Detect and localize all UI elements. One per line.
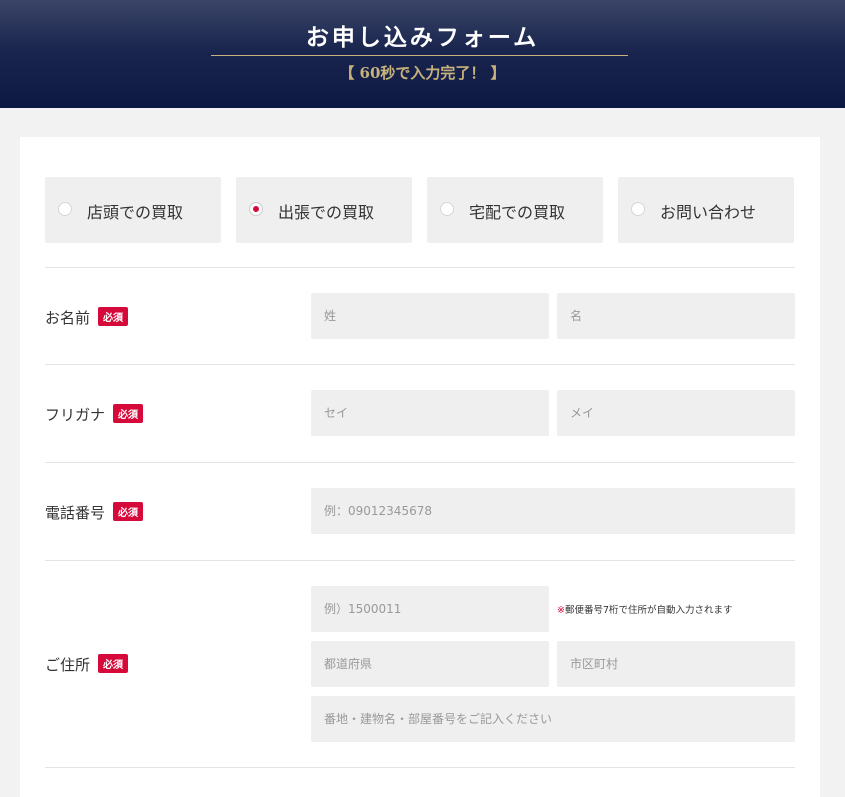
divider — [45, 364, 795, 365]
furigana-label: フリガナ — [45, 406, 106, 424]
radio-option-label: 宅配での買取 — [469, 203, 566, 222]
prefecture-input[interactable] — [311, 641, 549, 687]
phone-input[interactable] — [311, 488, 795, 534]
phone-row-label: 電話番号 必須 — [45, 502, 144, 523]
required-badge: 必須 — [98, 654, 129, 673]
radio-button-checked-icon[interactable] — [249, 202, 263, 216]
name-label: お名前 — [45, 309, 91, 327]
street-address-input[interactable] — [311, 696, 795, 742]
first-name-input[interactable] — [557, 293, 795, 339]
last-name-input[interactable] — [311, 293, 549, 339]
divider — [45, 767, 795, 768]
divider — [45, 462, 795, 463]
radio-option-label: お問い合わせ — [660, 203, 757, 222]
phone-label: 電話番号 — [45, 504, 106, 522]
radio-option-store[interactable]: 店頭での買取 — [45, 177, 221, 243]
furigana-row-label: フリガナ 必須 — [45, 404, 144, 425]
form-title: お申し込みフォーム — [305, 24, 540, 51]
required-badge: 必須 — [113, 404, 144, 423]
postal-code-input[interactable] — [311, 586, 549, 632]
radio-option-delivery[interactable]: 宅配での買取 — [427, 177, 603, 243]
postal-code-note: ※郵便番号7桁で住所が自動入力されます — [557, 602, 733, 616]
form-panel: 店頭での買取 出張での買取 宅配での買取 お問い合わせ お名前必須 フリガナ必須… — [20, 137, 820, 797]
last-name-kana-input[interactable] — [311, 390, 549, 436]
name-row-label: お名前 必須 — [45, 307, 129, 328]
note-mark: ※ — [557, 605, 565, 616]
city-input[interactable] — [557, 641, 795, 687]
note-text: 郵便番号7桁で住所が自動入力されます — [564, 605, 733, 616]
first-name-kana-input[interactable] — [557, 390, 795, 436]
divider — [45, 560, 795, 561]
required-badge: 必須 — [113, 502, 144, 521]
radio-option-inquiry[interactable]: お問い合わせ — [618, 177, 794, 243]
divider — [45, 267, 795, 268]
required-badge: 必須 — [98, 307, 129, 326]
title-divider — [211, 55, 628, 56]
address-label: ご住所 — [45, 656, 91, 674]
radio-option-label: 出張での買取 — [278, 203, 375, 222]
radio-option-label: 店頭での買取 — [87, 203, 184, 222]
form-header: お申し込みフォーム 【 60秒で入力完了！ 】 — [0, 0, 845, 108]
form-subtitle: 【 60秒で入力完了！ 】 — [339, 64, 506, 82]
radio-button-icon[interactable] — [440, 202, 454, 216]
radio-option-visit[interactable]: 出張での買取 — [236, 177, 412, 243]
address-row-label: ご住所 必須 — [45, 654, 129, 675]
radio-button-icon[interactable] — [58, 202, 72, 216]
radio-button-icon[interactable] — [631, 202, 645, 216]
